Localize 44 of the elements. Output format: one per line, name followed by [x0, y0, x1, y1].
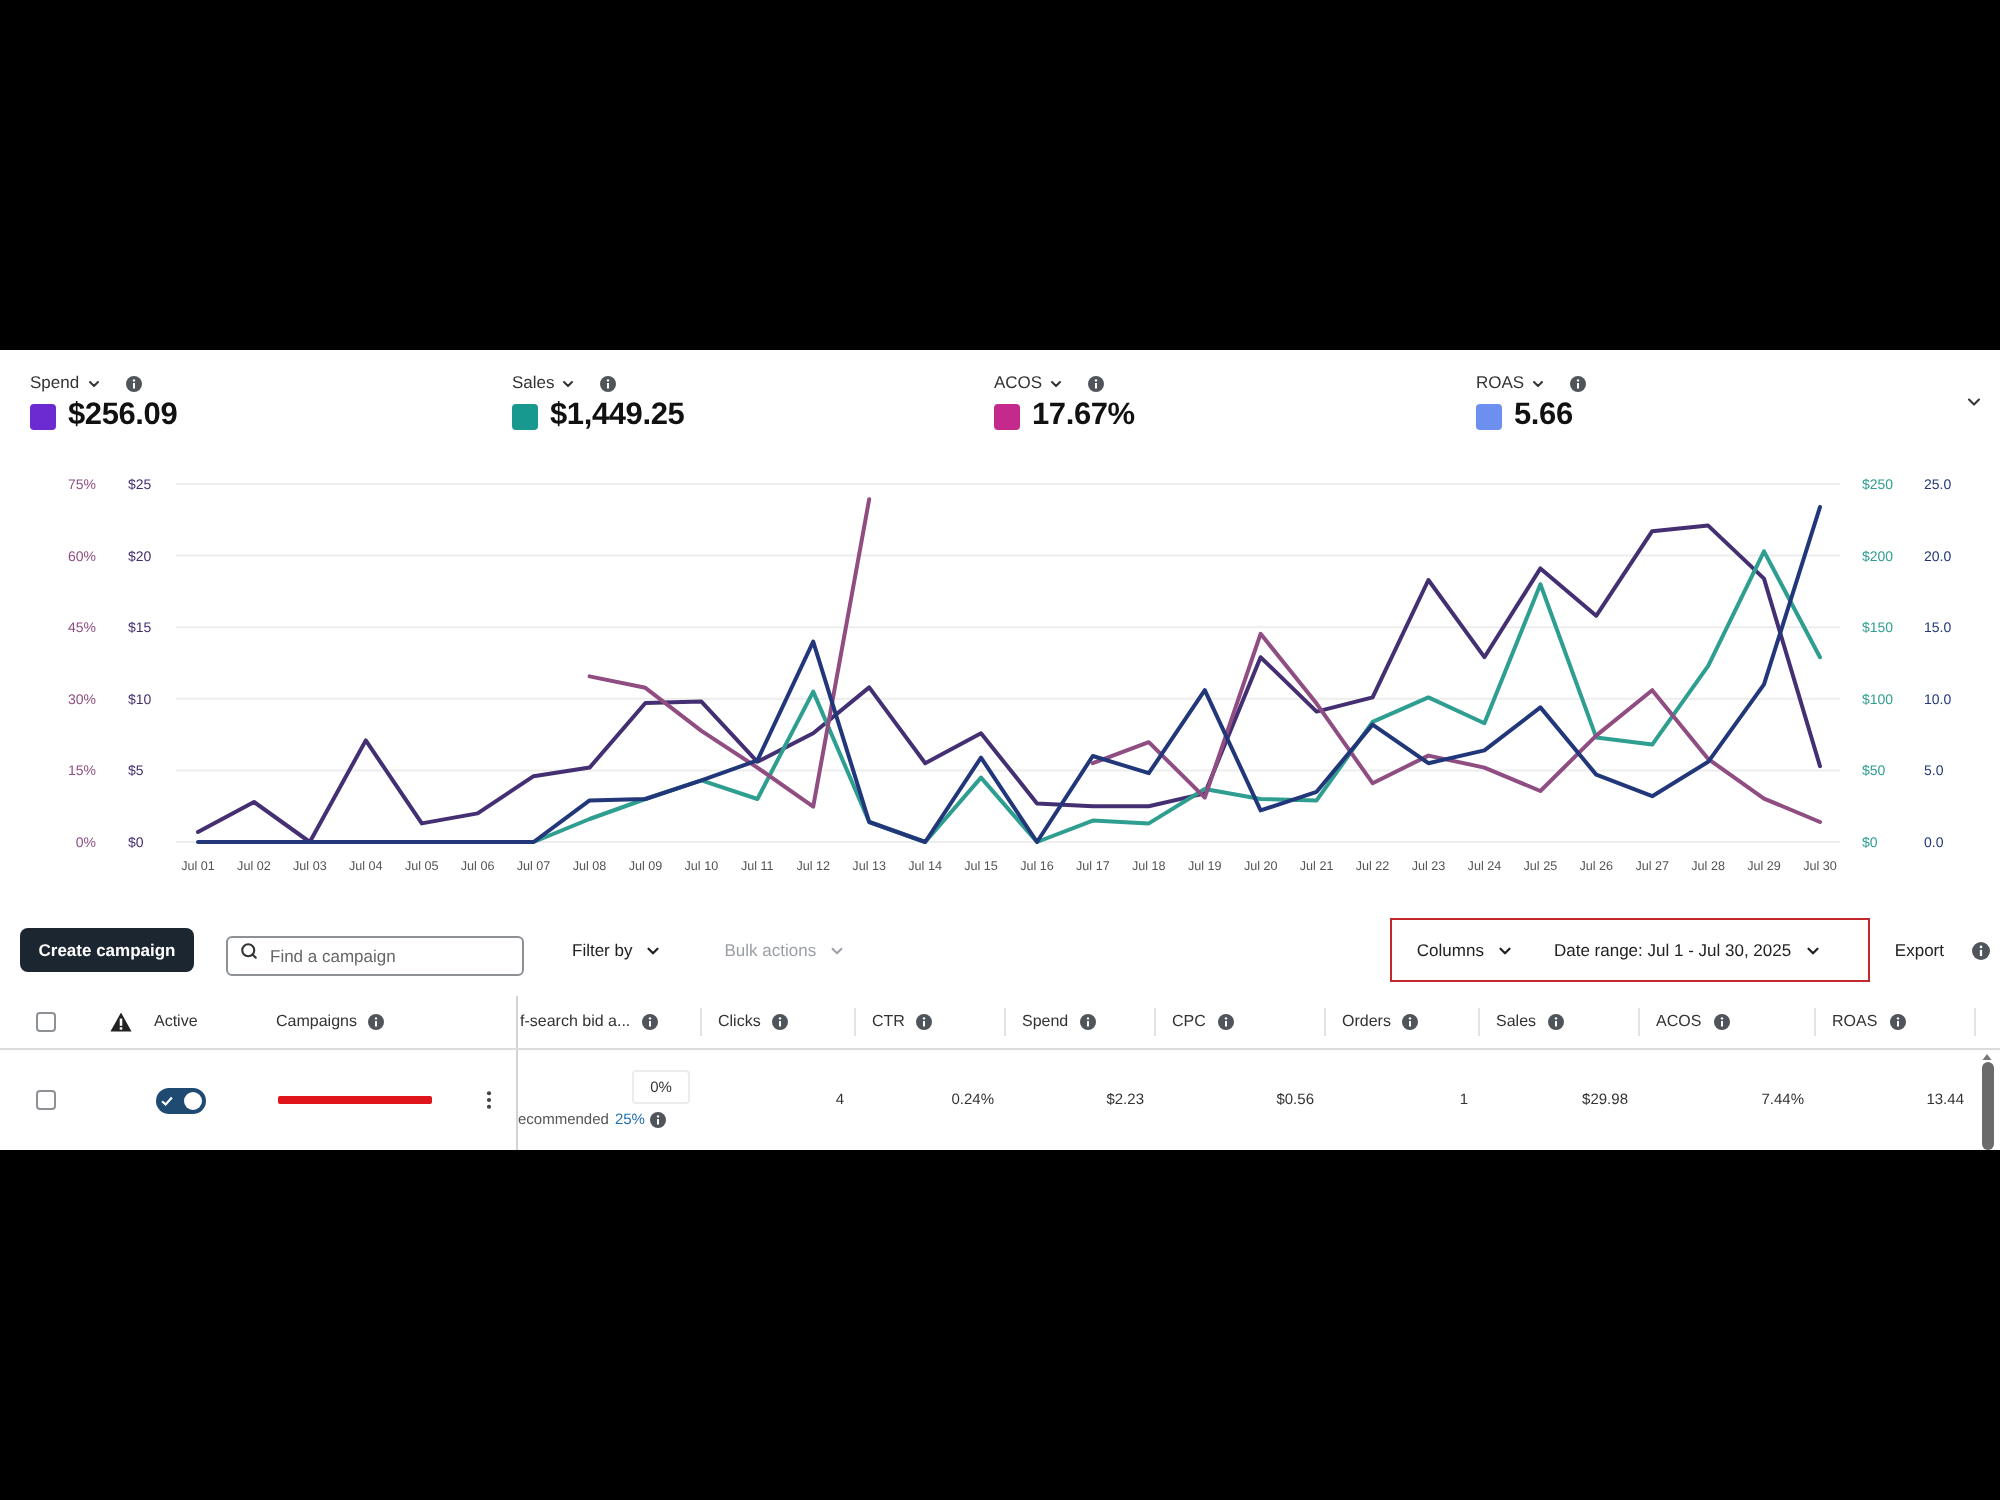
search-field[interactable]: Find a campaign [226, 936, 524, 976]
metric-value: 17.67% [1032, 400, 1135, 432]
info-icon [1972, 941, 1990, 959]
columns-dropdown[interactable]: Columns [1416, 937, 1514, 963]
metric-dropdown[interactable]: Spend [30, 374, 102, 392]
metric-dropdown[interactable]: Sales [512, 374, 577, 392]
toggle-switch[interactable] [156, 1087, 206, 1113]
info-icon [600, 375, 617, 391]
column-header: f-search bid a... [520, 1010, 631, 1034]
column-header: Sales [1496, 1010, 1537, 1034]
checkbox[interactable] [35, 1090, 55, 1110]
column-header: CTR [872, 1010, 905, 1034]
metric-dropdown[interactable]: ACOS [994, 374, 1065, 392]
column-header: ROAS [1832, 1010, 1878, 1034]
scrollbar[interactable] [1980, 1054, 1994, 1150]
search-icon [240, 941, 258, 959]
scroll-up-arrow-icon[interactable] [1982, 1054, 1992, 1060]
chevron-down-icon [1530, 375, 1547, 391]
info-icon [1088, 375, 1105, 391]
chevron-down-icon [1048, 375, 1065, 391]
column-header: CPC [1172, 1010, 1206, 1034]
checkbox[interactable] [35, 1012, 55, 1032]
info-icon [650, 1111, 667, 1127]
metric-value: $256.09 [68, 400, 178, 432]
create-campaign-button[interactable]: Create campaign [20, 928, 194, 972]
column-header: Active [154, 1010, 198, 1034]
check-icon [160, 1093, 174, 1107]
warning-icon [110, 1012, 132, 1032]
column-header: Campaigns [276, 1010, 357, 1034]
filter-dropdown[interactable]: Filter by [572, 937, 663, 963]
chevron-down-icon [85, 375, 102, 391]
export-button[interactable]: Export [1894, 937, 1944, 963]
chevron-down-icon [560, 375, 577, 391]
metric-value: $1,449.25 [550, 400, 685, 432]
column-header: Spend [1022, 1010, 1069, 1034]
metric-dropdown[interactable]: ROAS [1476, 374, 1547, 392]
more-options-icon[interactable] [486, 1090, 492, 1110]
date-range-dropdown[interactable]: Date range: Jul 1 - Jul 30, 2025 [1553, 937, 1822, 963]
column-header: Clicks [718, 1010, 761, 1034]
metric-value: 5.66 [1514, 400, 1573, 432]
column-header: ACOS [1656, 1010, 1702, 1034]
info-icon [1570, 375, 1587, 391]
info-icon [125, 375, 142, 391]
column-header: Orders [1342, 1010, 1391, 1034]
